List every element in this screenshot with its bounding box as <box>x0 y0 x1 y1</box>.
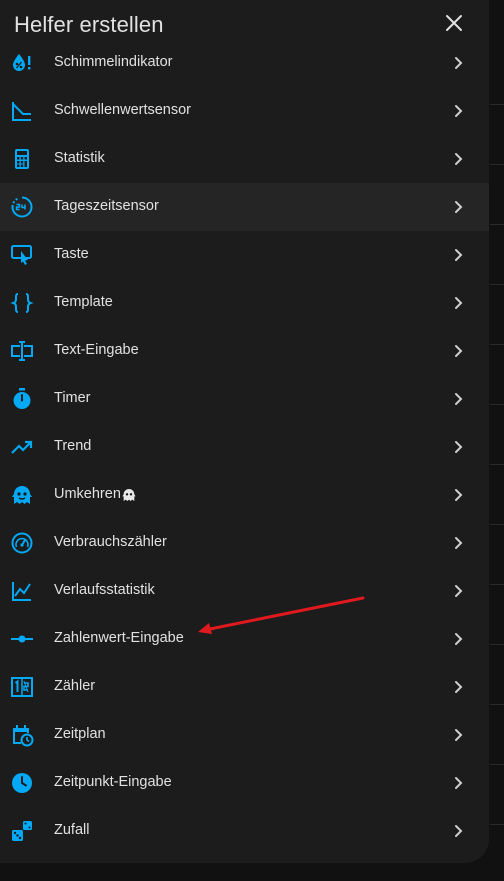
item-label: Zähler <box>54 678 96 694</box>
item-label: Schimmelindikator <box>54 54 173 70</box>
chevron-right-icon <box>455 153 463 165</box>
chevron-right-icon <box>455 777 463 789</box>
mold-indicator-icon <box>10 51 34 75</box>
item-label: Template <box>54 294 113 310</box>
chevron-right-icon <box>455 297 463 309</box>
list-item-zeitpunkt-eingabe[interactable]: Zeitpunkt-Eingabe <box>0 759 489 807</box>
chart-line-icon <box>10 579 34 603</box>
helper-list: Schimmelindikator Schwellenwertsensor St… <box>0 39 489 855</box>
dialog-title: Helfer erstellen <box>14 12 164 37</box>
list-item-zeitplan[interactable]: Zeitplan <box>0 711 489 759</box>
close-icon <box>446 15 462 31</box>
chevron-right-icon <box>455 393 463 405</box>
item-label: Zeitpunkt-Eingabe <box>54 774 172 790</box>
slider-icon <box>10 627 34 651</box>
item-label: Trend <box>54 438 92 454</box>
ghost-icon <box>10 483 34 507</box>
clock-icon <box>10 771 34 795</box>
close-button[interactable] <box>440 9 468 37</box>
chevron-right-icon <box>455 345 463 357</box>
item-label: Umkehren <box>54 486 121 502</box>
item-label: Schwellenwertsensor <box>54 102 192 118</box>
annotation-arrow <box>198 596 365 634</box>
list-item-umkehren[interactable]: Umkehren <box>0 471 489 519</box>
list-item-tageszeitsensor[interactable]: Tageszeitsensor <box>0 183 489 231</box>
item-label: Verbrauchszähler <box>54 534 167 550</box>
item-label: Zahlenwert-Eingabe <box>54 630 184 646</box>
text-input-icon <box>10 339 34 363</box>
button-pointer-icon <box>10 243 34 267</box>
chevron-right-icon <box>455 441 463 453</box>
threshold-icon <box>10 99 34 123</box>
item-label: Timer <box>54 390 91 406</box>
item-label: Zeitplan <box>54 726 106 742</box>
item-label: Text-Eingabe <box>54 342 139 358</box>
chevron-right-icon <box>455 489 463 501</box>
list-item-text-eingabe[interactable]: Text-Eingabe <box>0 327 489 375</box>
list-item-schwellenwertsensor[interactable]: Schwellenwertsensor <box>0 87 489 135</box>
dice-icon <box>10 819 34 843</box>
chevron-right-icon <box>455 105 463 117</box>
chevron-right-icon <box>455 249 463 261</box>
chevron-right-icon <box>455 681 463 693</box>
list-item-timer[interactable]: Timer <box>0 375 489 423</box>
calendar-clock-icon <box>10 723 34 747</box>
counter-icon <box>10 675 34 699</box>
list-item-schimmelindikator[interactable]: Schimmelindikator <box>0 39 489 87</box>
chevron-right-icon <box>455 633 463 645</box>
item-label: Statistik <box>54 150 105 166</box>
gauge-icon <box>10 531 34 555</box>
chevron-right-icon <box>455 825 463 837</box>
item-label: Verlaufsstatistik <box>54 582 155 598</box>
timer-icon <box>10 387 34 411</box>
chevron-right-icon <box>455 585 463 597</box>
list-item-trend[interactable]: Trend <box>0 423 489 471</box>
chevron-right-icon <box>455 57 463 69</box>
chevron-right-icon <box>455 201 463 213</box>
list-item-verbrauchszaehler[interactable]: Verbrauchszähler <box>0 519 489 567</box>
list-item-statistik[interactable]: Statistik <box>0 135 489 183</box>
list-item-zaehler[interactable]: Zähler <box>0 663 489 711</box>
item-label: Tageszeitsensor <box>54 198 159 214</box>
ghost-emoji-icon <box>122 489 136 501</box>
item-label: Zufall <box>54 822 90 838</box>
list-item-taste[interactable]: Taste <box>0 231 489 279</box>
list-item-template[interactable]: Template <box>0 279 489 327</box>
code-braces-icon <box>10 291 34 315</box>
background-page <box>488 0 504 881</box>
hours-24-icon <box>10 195 34 219</box>
create-helper-dialog: Helfer erstellen Schimmelindikator Schwe… <box>0 0 489 863</box>
list-item-zufall[interactable]: Zufall <box>0 807 489 855</box>
trending-up-icon <box>10 435 34 459</box>
chevron-right-icon <box>455 537 463 549</box>
item-label: Taste <box>54 246 89 262</box>
chevron-right-icon <box>455 729 463 741</box>
calculator-icon <box>10 147 34 171</box>
